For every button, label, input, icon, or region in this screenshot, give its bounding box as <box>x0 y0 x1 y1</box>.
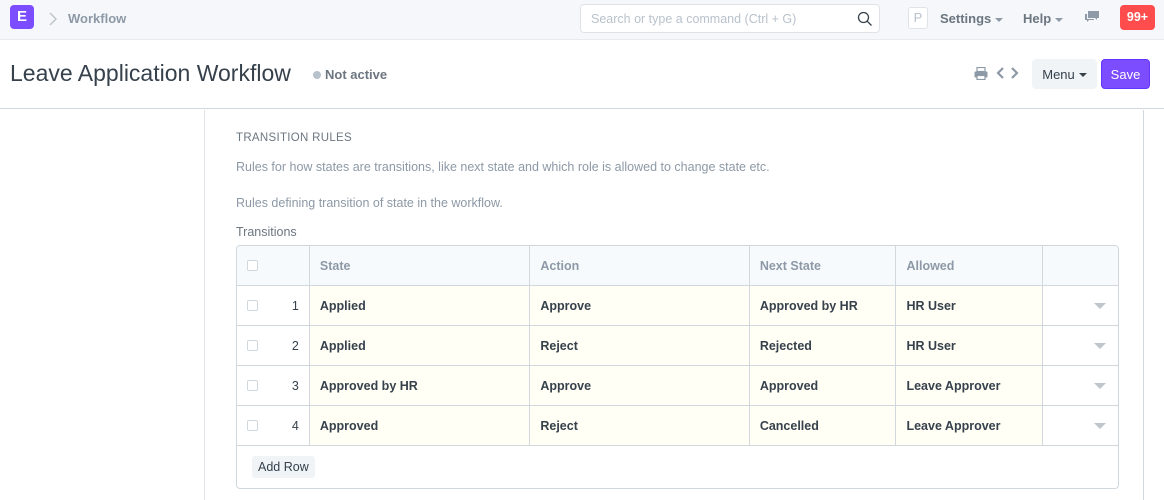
save-button[interactable]: Save <box>1101 59 1150 89</box>
table-footer: Add Row <box>237 446 1118 488</box>
row-index: 4 <box>291 418 299 433</box>
menu-button[interactable]: Menu <box>1032 59 1097 89</box>
table-row[interactable]: 2 Applied Reject Rejected HR User <box>237 326 1118 366</box>
page-title: Leave Application Workflow <box>10 60 291 86</box>
caret-down-icon[interactable] <box>1093 342 1106 349</box>
table-row[interactable]: 1 Applied Approve Approved by HR HR User <box>237 286 1118 326</box>
row-index: 1 <box>291 298 299 313</box>
chevron-right-icon <box>49 12 58 26</box>
action-cell[interactable]: Approve <box>530 286 750 325</box>
allowed-cell[interactable]: Leave Approver <box>896 406 1044 445</box>
column-header: State <box>310 246 531 285</box>
row-checkbox[interactable] <box>247 300 258 311</box>
field-label: Transitions <box>236 225 297 239</box>
column-header-edit <box>1043 246 1118 285</box>
caret-down-icon <box>995 17 1004 22</box>
next-state-cell[interactable]: Cancelled <box>749 406 897 445</box>
row-select-cell: 3 <box>237 366 310 405</box>
select-all-checkbox[interactable] <box>247 260 258 271</box>
settings-dropdown[interactable]: Settings <box>940 11 1004 26</box>
row-checkbox[interactable] <box>247 340 258 351</box>
status-indicator: Not active <box>313 67 387 82</box>
status-text: Not active <box>325 67 388 82</box>
table-row[interactable]: 3 Approved by HR Approve Approved Leave … <box>237 366 1118 406</box>
next-state-cell[interactable]: Rejected <box>749 326 897 365</box>
row-index: 2 <box>291 338 299 353</box>
transition-rules-section: TRANSITION RULES Rules for how states ar… <box>205 110 1144 500</box>
search-input[interactable] <box>581 5 841 32</box>
allowed-cell[interactable]: HR User <box>896 326 1044 365</box>
section-description: Rules for how states are transitions, li… <box>236 160 770 174</box>
navbar: E Workflow P Settings Help 99+ <box>0 0 1164 40</box>
row-select-cell: 1 <box>237 286 310 325</box>
breadcrumb-workflow[interactable]: Workflow <box>68 11 126 26</box>
search-bar <box>580 4 880 33</box>
next-state-cell[interactable]: Approved by HR <box>749 286 897 325</box>
table-body: 1 Applied Approve Approved by HR HR User… <box>237 286 1118 446</box>
state-cell[interactable]: Approved by HR <box>309 366 531 405</box>
table-header: State Action Next State Allowed <box>237 246 1118 286</box>
allowed-cell[interactable]: Leave Approver <box>896 366 1044 405</box>
row-checkbox[interactable] <box>247 420 258 431</box>
row-edit-cell[interactable] <box>1043 406 1118 445</box>
field-description: Rules defining transition of state in th… <box>236 196 503 210</box>
help-dropdown[interactable]: Help <box>1023 11 1064 26</box>
notification-badge[interactable]: 99+ <box>1120 5 1155 30</box>
row-index: 3 <box>291 378 299 393</box>
help-label: Help <box>1023 11 1052 26</box>
caret-down-icon[interactable] <box>1093 302 1106 309</box>
row-checkbox[interactable] <box>247 380 258 391</box>
avatar[interactable]: P <box>908 7 928 29</box>
print-icon[interactable] <box>974 67 988 80</box>
row-select-cell: 2 <box>237 326 310 365</box>
app-logo[interactable]: E <box>10 5 34 29</box>
chat-icon[interactable] <box>1084 10 1100 24</box>
chevron-right-icon[interactable] <box>1010 66 1020 80</box>
action-cell[interactable]: Reject <box>530 326 750 365</box>
row-select-cell: 4 <box>237 406 310 445</box>
column-header: Next State <box>750 246 897 285</box>
state-cell[interactable]: Approved <box>309 406 531 445</box>
status-dot <box>313 71 321 79</box>
section-heading: TRANSITION RULES <box>236 132 352 144</box>
add-row-button[interactable]: Add Row <box>252 456 315 478</box>
transitions-table: State Action Next State Allowed 1 Applie… <box>236 245 1119 489</box>
search-icon[interactable] <box>857 11 873 27</box>
state-cell[interactable]: Applied <box>309 286 531 325</box>
chevron-left-icon[interactable] <box>995 66 1005 80</box>
row-edit-cell[interactable] <box>1043 366 1118 405</box>
header-select-cell <box>237 246 310 285</box>
action-cell[interactable]: Reject <box>530 406 750 445</box>
page-head: Leave Application Workflow Not active Me… <box>0 40 1164 109</box>
action-cell[interactable]: Approve <box>530 366 750 405</box>
row-edit-cell[interactable] <box>1043 286 1118 325</box>
settings-label: Settings <box>940 11 992 26</box>
table-row[interactable]: 4 Approved Reject Cancelled Leave Approv… <box>237 406 1118 446</box>
caret-down-icon[interactable] <box>1093 382 1106 389</box>
column-header: Action <box>530 246 750 285</box>
caret-down-icon[interactable] <box>1093 422 1106 429</box>
caret-down-icon <box>1055 17 1064 22</box>
next-state-cell[interactable]: Approved <box>749 366 897 405</box>
row-edit-cell[interactable] <box>1043 326 1118 365</box>
menu-label: Menu <box>1042 66 1075 82</box>
column-header: Allowed <box>896 246 1044 285</box>
caret-down-icon <box>1078 73 1087 78</box>
allowed-cell[interactable]: HR User <box>896 286 1044 325</box>
sidebar <box>0 110 205 500</box>
state-cell[interactable]: Applied <box>309 326 531 365</box>
